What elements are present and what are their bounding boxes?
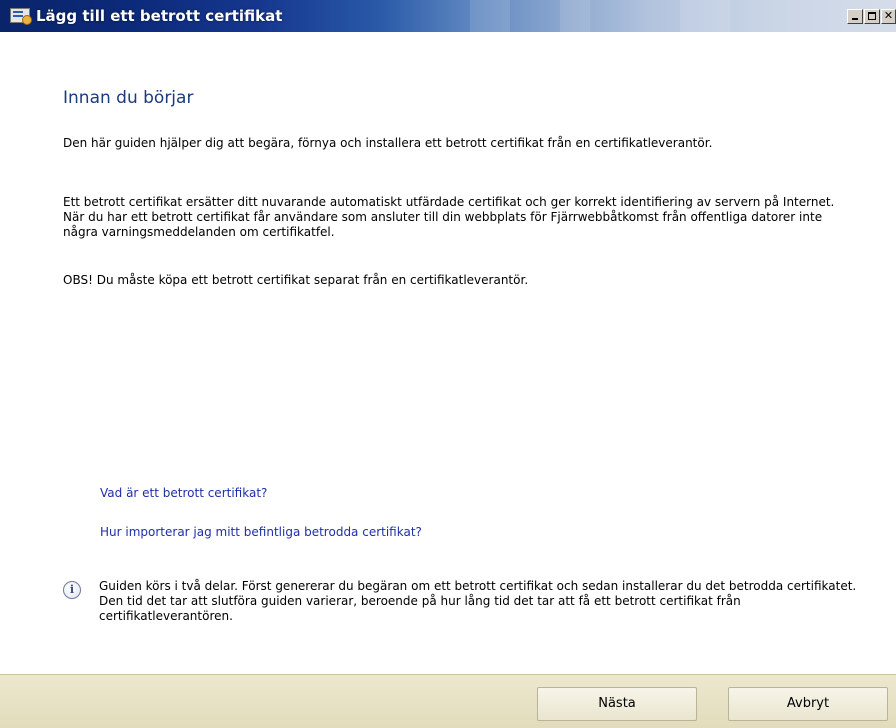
minimize-button[interactable] [847,9,863,24]
window-title: Lägg till ett betrott certifikat [36,7,283,25]
import-existing-certificate-link[interactable]: Hur importerar jag mitt befintliga betro… [100,525,422,539]
certificate-icon [10,8,32,25]
minimize-icon [852,18,858,20]
description-paragraph: Ett betrott certifikat ersätter ditt nuv… [63,195,835,239]
intro-paragraph: Den här guiden hjälper dig att begära, f… [63,136,713,150]
close-icon: ✕ [883,9,894,22]
next-button[interactable]: Nästa [537,687,697,721]
info-icon: i [63,581,81,599]
maximize-button[interactable] [864,9,880,24]
note-paragraph: OBS! Du måste köpa ett betrott certifika… [63,273,529,287]
titlebar-decoration [560,0,590,32]
what-is-trusted-certificate-link[interactable]: Vad är ett betrott certifikat? [100,486,267,500]
wizard-footer: Nästa Avbryt [0,674,896,728]
page-title: Innan du börjar [63,88,194,108]
wizard-content: Innan du börjar Den här guiden hjälper d… [0,32,896,674]
close-button[interactable]: ✕ [881,9,896,24]
titlebar-decoration [680,0,730,32]
titlebar-decoration [470,0,510,32]
info-text: Guiden körs i två delar. Först genererar… [99,579,857,623]
cancel-button[interactable]: Avbryt [728,687,888,721]
window-titlebar[interactable]: Lägg till ett betrott certifikat ✕ [0,0,896,32]
maximize-icon [868,12,876,20]
